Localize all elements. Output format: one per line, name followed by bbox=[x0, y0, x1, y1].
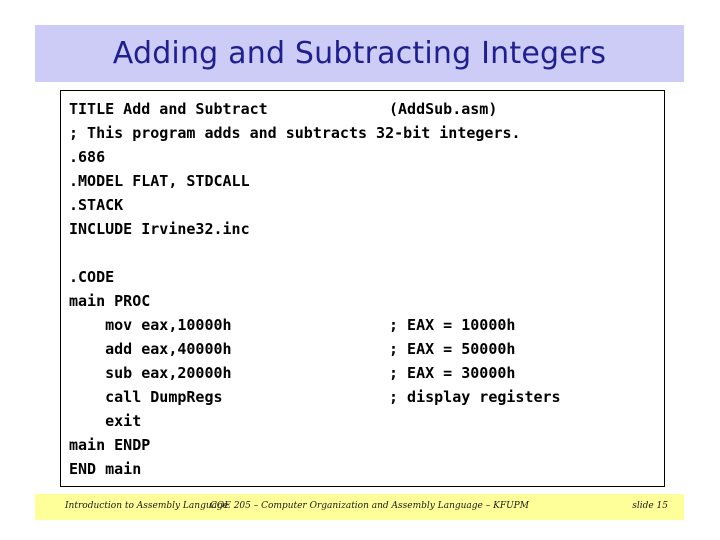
code-source-text: TITLE Add and Subtract bbox=[69, 100, 268, 118]
code-source-text: .CODE bbox=[69, 268, 115, 286]
code-comment-text: (AddSub.asm) bbox=[389, 100, 498, 118]
slide-footer-bar: Introduction to Assembly Language COE 20… bbox=[35, 494, 684, 520]
code-comment-text: ; EAX = 50000h bbox=[389, 340, 516, 358]
code-source-text: mov eax,10000h bbox=[69, 316, 232, 334]
code-line: .MODEL FLAT, STDCALL bbox=[61, 169, 664, 193]
code-line: main ENDP bbox=[61, 433, 664, 457]
code-line: .686 bbox=[61, 145, 664, 169]
code-line: .CODE bbox=[61, 265, 664, 289]
code-line: main PROC bbox=[61, 289, 664, 313]
footer-slide-number: slide 15 bbox=[632, 501, 668, 511]
footer-course-title: COE 205 – Computer Organization and Asse… bbox=[210, 501, 529, 511]
code-comment-text: ; EAX = 30000h bbox=[389, 364, 516, 382]
code-source-text: ; This program adds and subtracts 32-bit… bbox=[69, 124, 521, 142]
code-line: .STACK bbox=[61, 193, 664, 217]
code-line: call DumpRegs ; display registers bbox=[61, 385, 664, 409]
code-source-text: main PROC bbox=[69, 292, 151, 310]
code-source-text: .STACK bbox=[69, 196, 124, 214]
code-listing-box: TITLE Add and Subtract (AddSub.asm) ; This… bbox=[60, 90, 665, 487]
code-source-text: call DumpRegs bbox=[69, 388, 223, 406]
code-line: INCLUDE Irvine32.inc bbox=[61, 217, 664, 241]
code-source-text: END main bbox=[69, 460, 142, 478]
page-title: Adding and Subtracting Integers bbox=[112, 36, 607, 71]
code-source-text: exit bbox=[69, 412, 142, 430]
code-source-text: add eax,40000h bbox=[69, 340, 232, 358]
code-line: END main bbox=[61, 457, 664, 481]
code-line: ; This program adds and subtracts 32-bit… bbox=[61, 121, 664, 145]
slide-title-banner: Adding and Subtracting Integers bbox=[35, 25, 684, 82]
code-line: add eax,40000h ; EAX = 50000h bbox=[61, 337, 664, 361]
code-line: TITLE Add and Subtract (AddSub.asm) bbox=[61, 97, 664, 121]
footer-course-subject: Introduction to Assembly Language bbox=[65, 501, 229, 511]
code-line: sub eax,20000h ; EAX = 30000h bbox=[61, 361, 664, 385]
code-comment-text: ; display registers bbox=[389, 388, 561, 406]
code-source-text: sub eax,20000h bbox=[69, 364, 232, 382]
code-source-text: INCLUDE Irvine32.inc bbox=[69, 220, 250, 238]
code-source-text: .MODEL FLAT, STDCALL bbox=[69, 172, 250, 190]
code-line: exit bbox=[61, 409, 664, 433]
code-line: mov eax,10000h ; EAX = 10000h bbox=[61, 313, 664, 337]
code-listing: TITLE Add and Subtract (AddSub.asm) ; This… bbox=[61, 97, 664, 481]
code-source-text: .686 bbox=[69, 148, 106, 166]
code-comment-text: ; EAX = 10000h bbox=[389, 316, 516, 334]
code-source-text: main ENDP bbox=[69, 436, 151, 454]
